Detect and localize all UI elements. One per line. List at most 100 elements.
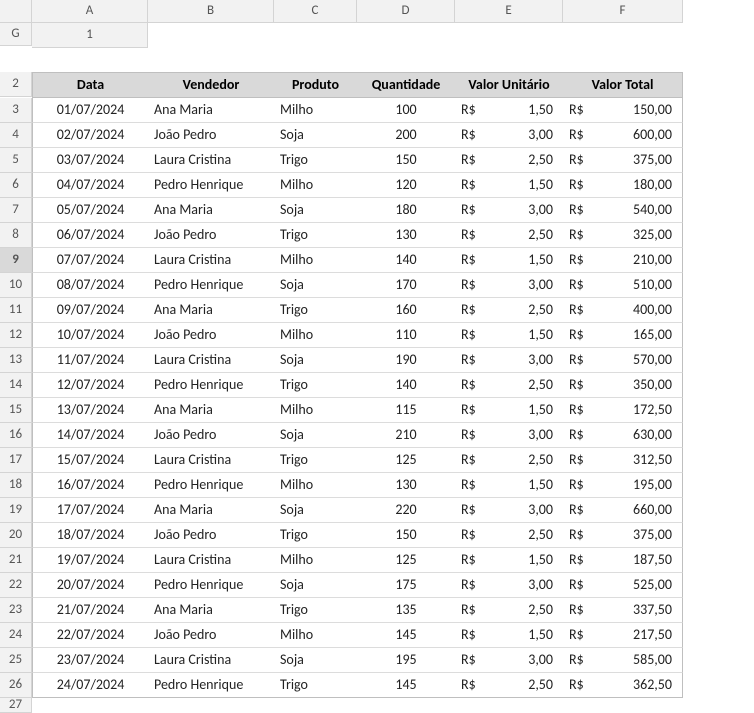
cell-vendedor[interactable]: Ana Maria — [148, 398, 274, 423]
cell-valor-total[interactable]: R$525,00 — [563, 573, 683, 598]
cell-data[interactable]: 22/07/2024 — [32, 623, 148, 648]
cell-produto[interactable]: Milho — [274, 173, 357, 198]
cell-produto[interactable]: Milho — [274, 473, 357, 498]
cell-valor-unitario[interactable]: R$2,50 — [455, 523, 563, 548]
cell-vendedor[interactable]: Ana Maria — [148, 598, 274, 623]
cell-vendedor[interactable]: João Pedro — [148, 623, 274, 648]
row-header-17[interactable]: 17 — [0, 448, 32, 473]
header-data[interactable]: Data — [32, 72, 148, 98]
cell-valor-unitario[interactable]: R$3,00 — [455, 573, 563, 598]
header-valor-total[interactable]: Valor Total — [563, 72, 683, 98]
cell-quantidade[interactable]: 115 — [357, 398, 455, 423]
cell-produto[interactable]: Soja — [274, 198, 357, 223]
cell-valor-unitario[interactable]: R$1,50 — [455, 548, 563, 573]
spreadsheet-grid[interactable]: A B C D E F G 1 2 Data Vendedor Produto … — [0, 0, 754, 713]
cell-quantidade[interactable]: 145 — [357, 623, 455, 648]
cell-data[interactable]: 17/07/2024 — [32, 498, 148, 523]
row-header-20[interactable]: 20 — [0, 523, 32, 548]
row-header-9[interactable]: 9 — [0, 248, 32, 273]
row-header-1[interactable]: 1 — [32, 23, 148, 48]
cell-valor-unitario[interactable]: R$2,50 — [455, 448, 563, 473]
cell-valor-total[interactable]: R$150,00 — [563, 98, 683, 123]
cell-valor-total[interactable]: R$187,50 — [563, 548, 683, 573]
cell-vendedor[interactable]: Laura Cristina — [148, 548, 274, 573]
cell-valor-unitario[interactable]: R$3,00 — [455, 123, 563, 148]
cell-quantidade[interactable]: 175 — [357, 573, 455, 598]
cell-vendedor[interactable]: Laura Cristina — [148, 148, 274, 173]
header-valor-unitario[interactable]: Valor Unitário — [455, 72, 563, 98]
cell-quantidade[interactable]: 140 — [357, 373, 455, 398]
cell-data[interactable]: 12/07/2024 — [32, 373, 148, 398]
cell-data[interactable]: 24/07/2024 — [32, 673, 148, 698]
row-header-3[interactable]: 3 — [0, 98, 32, 123]
row-header-5[interactable]: 5 — [0, 148, 32, 173]
cell-produto[interactable]: Soja — [274, 123, 357, 148]
cell-valor-unitario[interactable]: R$2,50 — [455, 598, 563, 623]
cell-data[interactable]: 21/07/2024 — [32, 598, 148, 623]
cell-valor-unitario[interactable]: R$1,50 — [455, 173, 563, 198]
cell-produto[interactable]: Milho — [274, 248, 357, 273]
cell-valor-total[interactable]: R$210,00 — [563, 248, 683, 273]
cell-data[interactable]: 19/07/2024 — [32, 548, 148, 573]
cell-vendedor[interactable]: João Pedro — [148, 523, 274, 548]
cell-quantidade[interactable]: 125 — [357, 448, 455, 473]
row-header-6[interactable]: 6 — [0, 173, 32, 198]
cell-valor-unitario[interactable]: R$1,50 — [455, 623, 563, 648]
cell-data[interactable]: 16/07/2024 — [32, 473, 148, 498]
cell-valor-total[interactable]: R$600,00 — [563, 123, 683, 148]
cell-vendedor[interactable]: Pedro Henrique — [148, 573, 274, 598]
cell-valor-total[interactable]: R$630,00 — [563, 423, 683, 448]
cell-valor-total[interactable]: R$540,00 — [563, 198, 683, 223]
cell-valor-unitario[interactable]: R$1,50 — [455, 323, 563, 348]
cell-valor-unitario[interactable]: R$1,50 — [455, 248, 563, 273]
cell-vendedor[interactable]: Ana Maria — [148, 498, 274, 523]
cell-quantidade[interactable]: 130 — [357, 223, 455, 248]
cell-valor-unitario[interactable]: R$3,00 — [455, 198, 563, 223]
cell-valor-unitario[interactable]: R$2,50 — [455, 148, 563, 173]
cell-valor-unitario[interactable]: R$3,00 — [455, 648, 563, 673]
cell-quantidade[interactable]: 180 — [357, 198, 455, 223]
cell-valor-unitario[interactable]: R$2,50 — [455, 373, 563, 398]
cell-valor-unitario[interactable]: R$1,50 — [455, 473, 563, 498]
cell-valor-unitario[interactable]: R$2,50 — [455, 223, 563, 248]
cell-quantidade[interactable]: 100 — [357, 98, 455, 123]
cell-quantidade[interactable]: 140 — [357, 248, 455, 273]
cell-valor-total[interactable]: R$375,00 — [563, 148, 683, 173]
cell-data[interactable]: 18/07/2024 — [32, 523, 148, 548]
col-header-D[interactable]: D — [357, 0, 455, 23]
cell-produto[interactable]: Soja — [274, 273, 357, 298]
cell-data[interactable]: 01/07/2024 — [32, 98, 148, 123]
row-header-26[interactable]: 26 — [0, 673, 32, 698]
cell-data[interactable]: 23/07/2024 — [32, 648, 148, 673]
cell-produto[interactable]: Trigo — [274, 298, 357, 323]
row-header-21[interactable]: 21 — [0, 548, 32, 573]
row-header-24[interactable]: 24 — [0, 623, 32, 648]
cell-quantidade[interactable]: 145 — [357, 673, 455, 698]
cell-valor-total[interactable]: R$570,00 — [563, 348, 683, 373]
col-header-G[interactable]: G — [0, 23, 32, 46]
cell-valor-total[interactable]: R$195,00 — [563, 473, 683, 498]
cell-produto[interactable]: Milho — [274, 548, 357, 573]
cell-vendedor[interactable]: Pedro Henrique — [148, 273, 274, 298]
cell-vendedor[interactable]: João Pedro — [148, 223, 274, 248]
cell-data[interactable]: 04/07/2024 — [32, 173, 148, 198]
cell-vendedor[interactable]: Pedro Henrique — [148, 673, 274, 698]
cell-vendedor[interactable]: Ana Maria — [148, 198, 274, 223]
col-header-C[interactable]: C — [274, 0, 357, 23]
row-header-23[interactable]: 23 — [0, 598, 32, 623]
row-header-14[interactable]: 14 — [0, 373, 32, 398]
header-quantidade[interactable]: Quantidade — [357, 72, 455, 98]
cell-valor-unitario[interactable]: R$3,00 — [455, 498, 563, 523]
cell-valor-total[interactable]: R$172,50 — [563, 398, 683, 423]
row-header-13[interactable]: 13 — [0, 348, 32, 373]
cell-valor-total[interactable]: R$585,00 — [563, 648, 683, 673]
cell-blank-row27[interactable] — [32, 698, 683, 712]
cell-quantidade[interactable]: 200 — [357, 123, 455, 148]
cell-produto[interactable]: Milho — [274, 398, 357, 423]
cell-produto[interactable]: Soja — [274, 648, 357, 673]
row-header-10[interactable]: 10 — [0, 273, 32, 298]
cell-data[interactable]: 06/07/2024 — [32, 223, 148, 248]
cell-produto[interactable]: Soja — [274, 423, 357, 448]
header-produto[interactable]: Produto — [274, 72, 357, 98]
cell-vendedor[interactable]: Pedro Henrique — [148, 373, 274, 398]
